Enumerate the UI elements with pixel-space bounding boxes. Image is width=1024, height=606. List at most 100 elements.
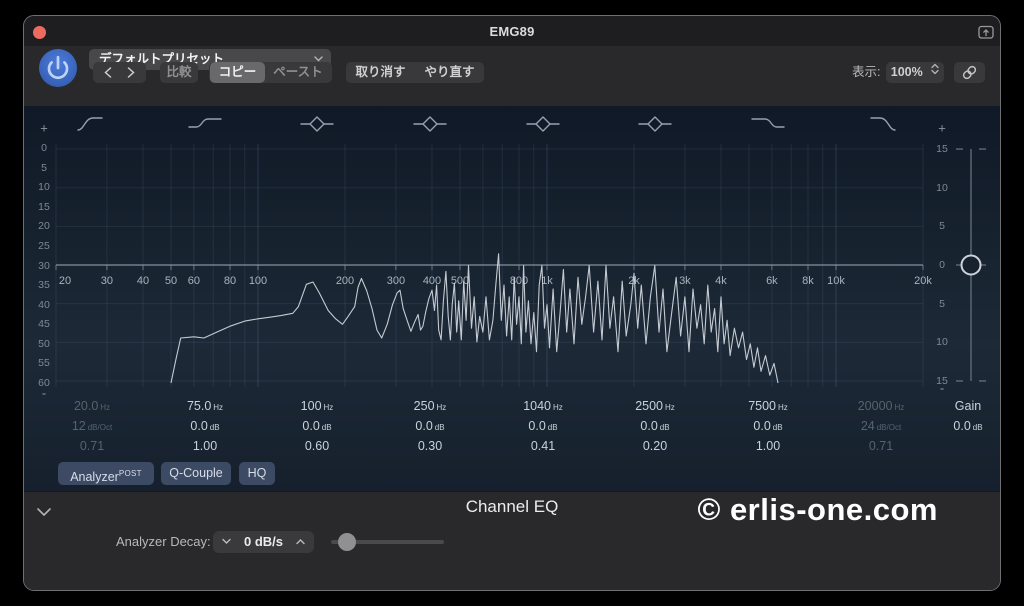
view-zoom-stepper[interactable]: 100% <box>886 62 944 83</box>
analyzer-db-label: 40 <box>38 298 50 311</box>
title-bar[interactable]: EMG89 <box>24 16 1000 46</box>
band-value[interactable]: 0.0 <box>753 419 770 433</box>
stepper-up-icon[interactable] <box>296 538 305 545</box>
analyzer-db-label: 55 <box>38 357 50 370</box>
lowpass-icon[interactable] <box>863 114 899 134</box>
band-value-unit: dB <box>547 423 558 432</box>
band-value[interactable]: 0.41 <box>531 439 555 453</box>
freq-tick-label: 4k <box>715 275 727 287</box>
analyzer-button[interactable]: AnalyzerPOST <box>58 462 154 485</box>
band-value[interactable]: 0.0 <box>190 419 207 433</box>
link-button[interactable] <box>954 62 985 83</box>
band-value[interactable]: 2500 <box>635 399 663 413</box>
band-value-unit: dB <box>434 423 445 432</box>
collapse-chevron-icon[interactable] <box>36 506 52 518</box>
band-value[interactable]: 100 <box>301 399 322 413</box>
chevron-right-icon[interactable] <box>127 67 135 78</box>
band-value[interactable]: 0.0 <box>528 419 545 433</box>
stepper-up-down-icon[interactable] <box>931 63 939 75</box>
peak-icon[interactable] <box>525 114 561 134</box>
freq-tick-label: 30 <box>101 275 113 287</box>
q-couple-button[interactable]: Q-Couple <box>161 462 231 485</box>
gain-db-label: 10 <box>936 336 948 349</box>
band-value[interactable]: 7500 <box>748 399 776 413</box>
band-value-unit: dB <box>659 423 670 432</box>
copy-paste-group: コピー ペースト <box>209 62 332 83</box>
low-shelf-icon[interactable] <box>187 114 223 134</box>
band-value[interactable]: 1040 <box>523 399 551 413</box>
analyzer-db-label: 20 <box>38 220 50 233</box>
freq-tick-label: 100 <box>249 275 267 287</box>
gain-slider-knob[interactable] <box>960 254 982 276</box>
band-value[interactable]: 0.60 <box>305 439 329 453</box>
scale-plus-button[interactable]: + <box>40 121 48 136</box>
band-value[interactable]: 1.00 <box>756 439 780 453</box>
freq-tick-label: 500 <box>451 275 469 287</box>
freq-tick-label: 10k <box>827 275 845 287</box>
band-value[interactable]: 24 <box>861 419 875 433</box>
analyzer-db-label: 15 <box>38 200 50 213</box>
band-value[interactable]: 0.20 <box>643 439 667 453</box>
paste-button[interactable]: ペースト <box>265 62 331 83</box>
analyzer-db-label: 50 <box>38 337 50 350</box>
highpass-icon[interactable] <box>74 114 110 134</box>
undo-button[interactable]: 取り消す <box>346 62 415 83</box>
band-value-unit: dB <box>321 423 332 432</box>
gain-db-label: 15 <box>936 143 948 156</box>
analyzer-decay-stepper[interactable]: 0 dB/s <box>213 531 314 553</box>
peak-icon[interactable] <box>637 114 673 134</box>
hq-button[interactable]: HQ <box>239 462 275 485</box>
compare-button[interactable]: 比較 <box>160 62 198 83</box>
band-value-unit: dB <box>972 423 983 432</box>
band-value[interactable]: 250 <box>414 399 435 413</box>
band-value[interactable]: 12 <box>72 419 86 433</box>
peak-icon[interactable] <box>299 114 335 134</box>
copy-button[interactable]: コピー <box>210 62 265 83</box>
chevron-left-icon[interactable] <box>104 67 112 78</box>
redo-button[interactable]: やり直す <box>415 62 484 83</box>
band-value[interactable]: 0.0 <box>415 419 432 433</box>
band-value[interactable]: 20.0 <box>74 399 98 413</box>
peak-icon[interactable] <box>412 114 448 134</box>
high-shelf-icon[interactable] <box>750 114 786 134</box>
analyzer-spectrum-curve <box>170 253 779 384</box>
freq-tick-label: 8k <box>802 275 814 287</box>
band-readout: 20.0 Hz 12 dB/Oct 0.71 <box>36 396 148 456</box>
band-value[interactable]: 0.71 <box>869 439 893 453</box>
band-value-unit: dB <box>209 423 220 432</box>
analyzer-db-label: 10 <box>38 181 50 194</box>
preset-prev-next[interactable] <box>93 62 146 83</box>
window-title: EMG89 <box>489 24 535 39</box>
popout-window-icon[interactable] <box>978 25 994 39</box>
eq-graph-panel: 20 30 40 50 60 80 100 200 300 400 500 800 1k 2k 3k 4k 6k… <box>24 106 1000 491</box>
master-gain-readout: Gain 0.0 dB <box>912 396 1000 436</box>
power-button[interactable] <box>39 49 77 87</box>
freq-tick-label: 20k <box>914 275 932 287</box>
stepper-down-icon[interactable] <box>222 538 231 545</box>
analyzer-decay-slider-thumb[interactable] <box>338 533 356 551</box>
freq-tick-label: 300 <box>387 275 405 287</box>
band-readout: 100 Hz 0.0 dB 0.60 <box>261 396 373 456</box>
analyzer-db-label: 30 <box>38 259 50 272</box>
scale-plus-button[interactable]: + <box>938 121 946 136</box>
freq-tick-label: 80 <box>224 275 236 287</box>
band-value-unit: Hz <box>323 403 334 412</box>
band-value[interactable]: 75.0 <box>187 399 211 413</box>
scale-minus-button[interactable]: - <box>940 381 944 396</box>
freq-tick-label: 60 <box>188 275 200 287</box>
band-value[interactable]: 1.00 <box>193 439 217 453</box>
band-value[interactable]: 0.0 <box>302 419 319 433</box>
link-icon <box>962 65 977 80</box>
analyzer-mode-label: POST <box>118 469 142 478</box>
gain-db-label: 5 <box>939 297 945 310</box>
band-value[interactable]: 0.0 <box>640 419 657 433</box>
band-readout: 1040 Hz 0.0 dB 0.41 <box>487 396 599 456</box>
band-readout: 250 Hz 0.0 dB 0.30 <box>374 396 486 456</box>
band-value[interactable]: 0.30 <box>418 439 442 453</box>
band-value[interactable]: 20000 <box>858 399 893 413</box>
freq-tick-label: 200 <box>336 275 354 287</box>
freq-tick-label: 50 <box>165 275 177 287</box>
band-value[interactable]: 0.0 <box>953 419 970 433</box>
band-value[interactable]: 0.71 <box>80 439 104 453</box>
master-gain-label: Gain <box>954 399 982 413</box>
